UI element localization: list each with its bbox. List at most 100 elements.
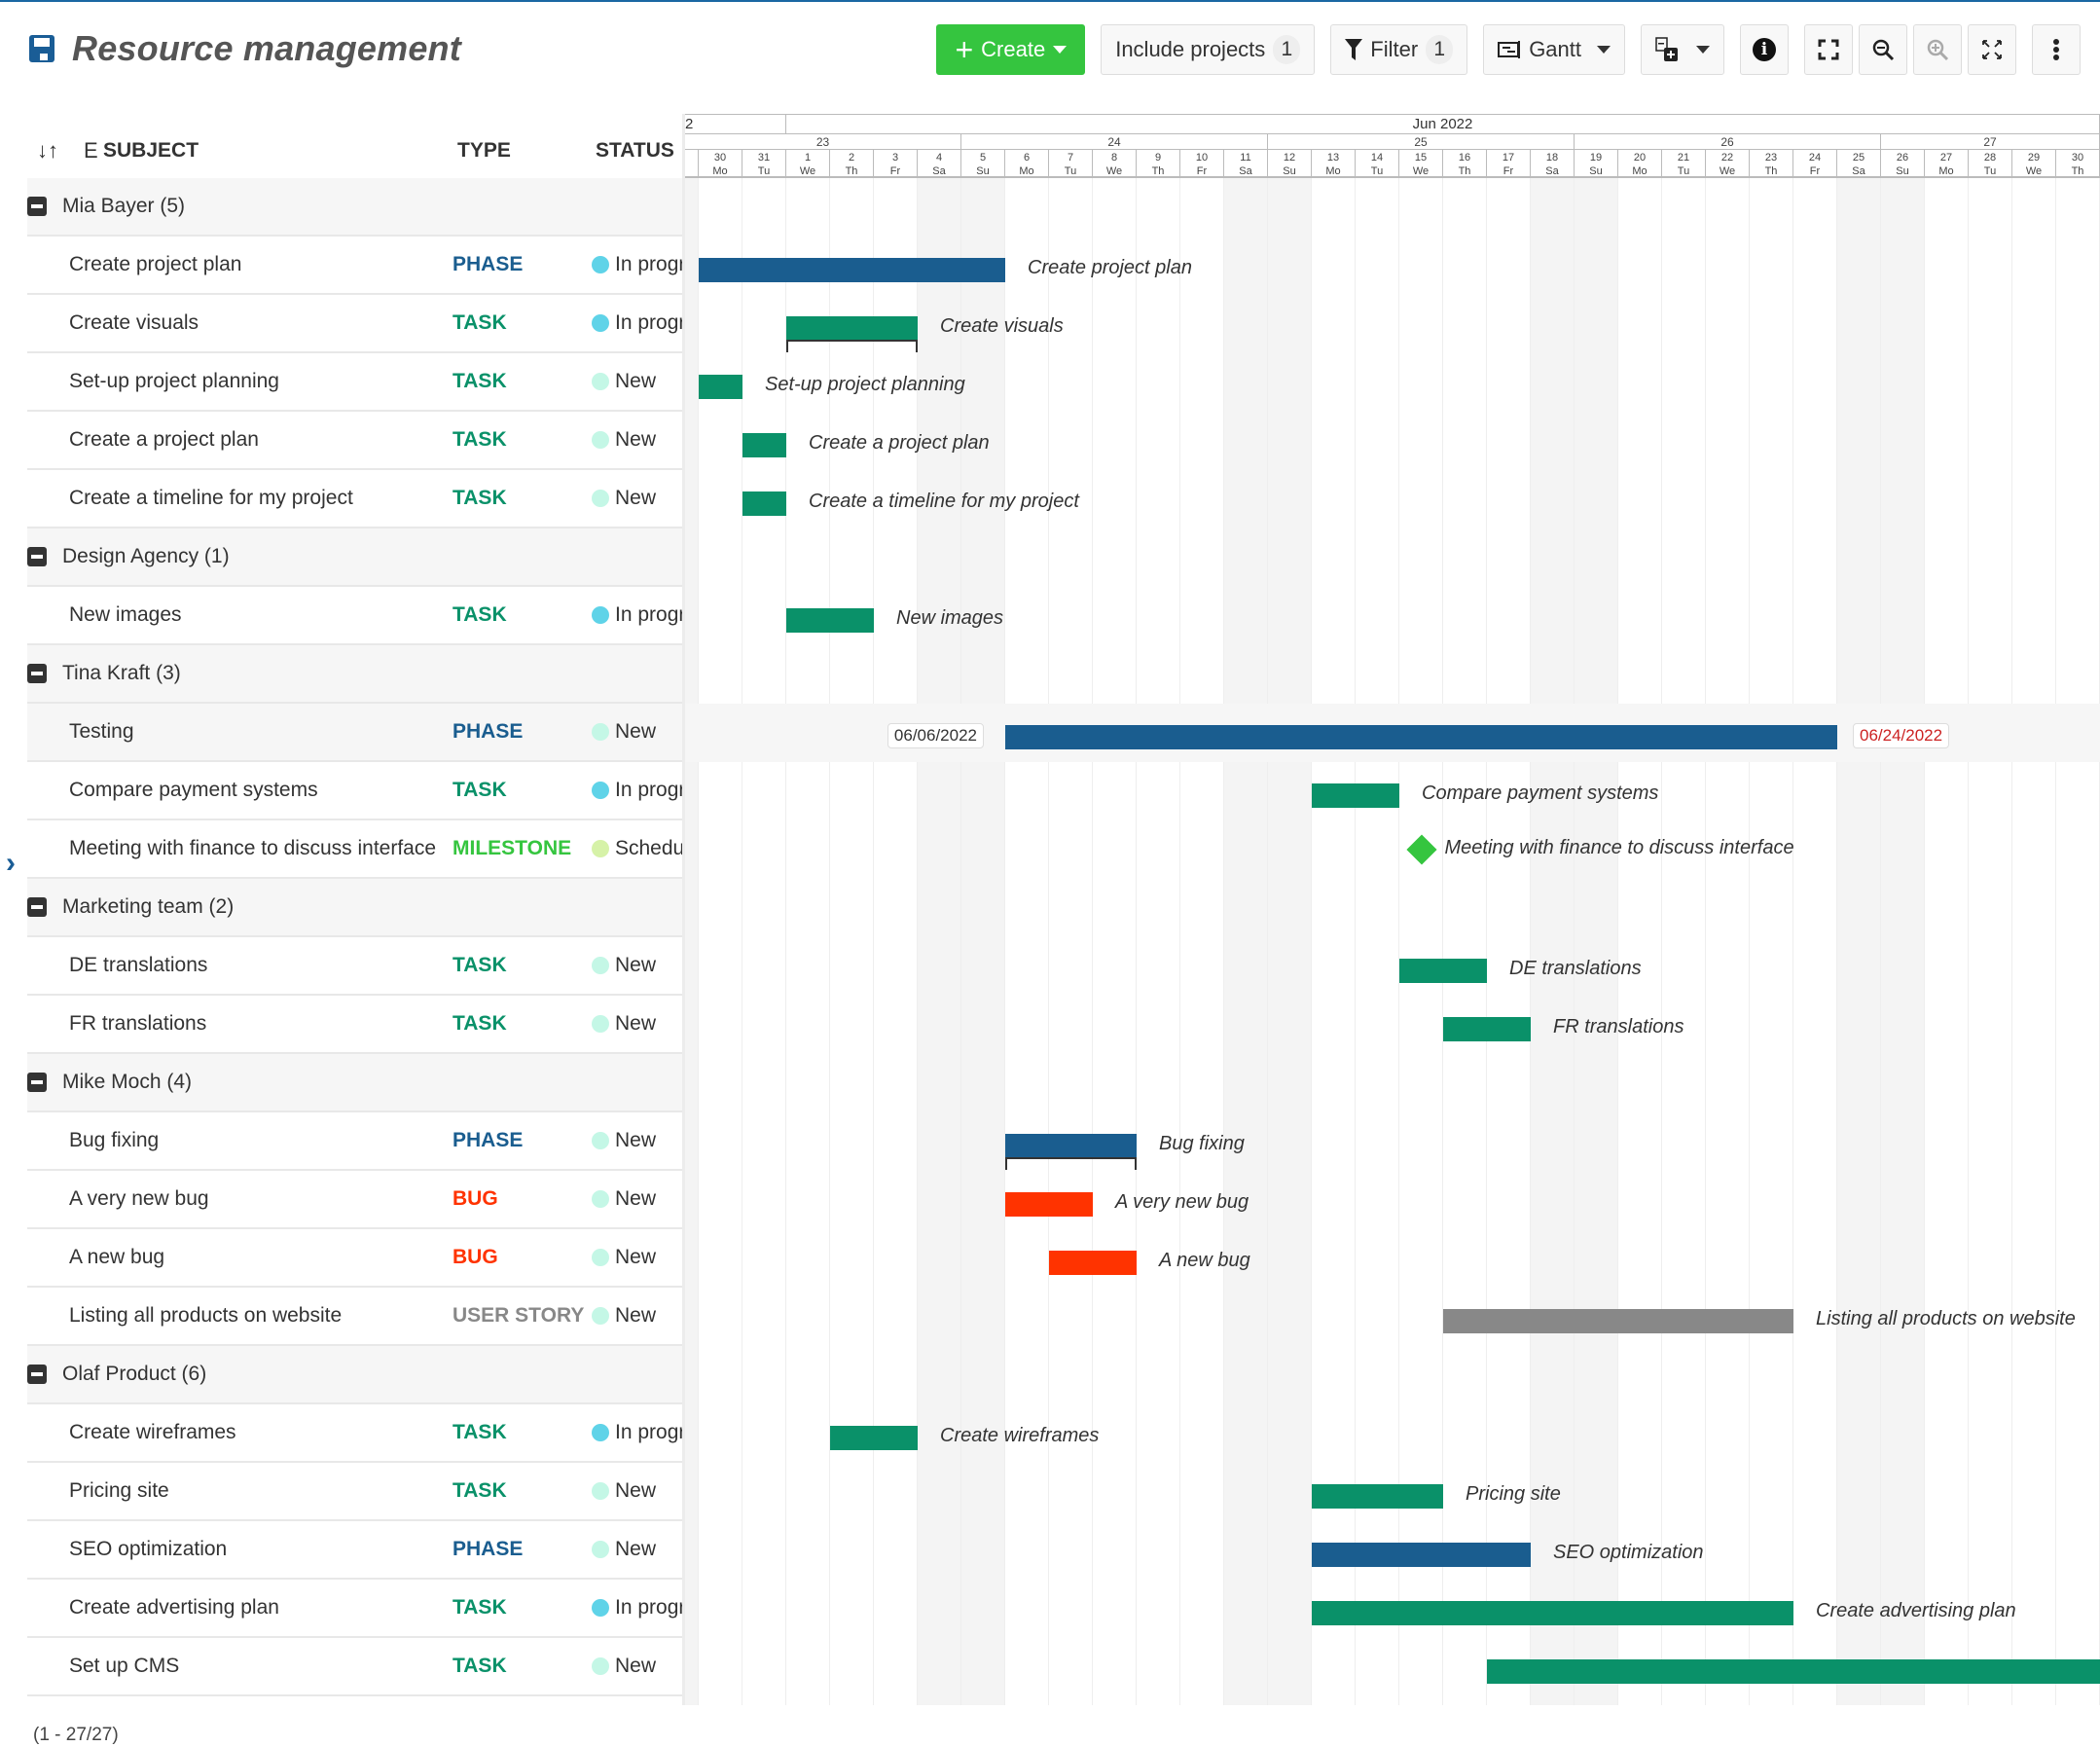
gantt-bar[interactable]	[786, 608, 874, 633]
gantt-bar[interactable]	[1443, 1017, 1531, 1041]
table-row[interactable]: A very new bug BUG New	[27, 1171, 684, 1229]
status-cell[interactable]: New	[592, 954, 684, 977]
table-row[interactable]: Pricing site TASK New	[27, 1463, 684, 1521]
status-cell[interactable]: In progr	[592, 603, 684, 627]
subject-cell[interactable]: SEO optimization	[69, 1538, 227, 1561]
status-cell[interactable]: New	[592, 1129, 684, 1152]
subject-cell[interactable]: Compare payment systems	[69, 779, 318, 802]
table-row[interactable]: Meeting with finance to discuss interfac…	[27, 820, 684, 879]
status-cell[interactable]: New	[592, 1479, 684, 1503]
gantt-bar[interactable]	[1005, 1192, 1093, 1217]
subject-cell[interactable]: Meeting with finance to discuss interfac…	[69, 837, 436, 860]
status-cell[interactable]: In progr	[592, 1596, 684, 1620]
table-row[interactable]: Compare payment systems TASK In progr	[27, 762, 684, 820]
floppy-disk-icon[interactable]	[29, 35, 54, 62]
status-cell[interactable]: New	[592, 1538, 684, 1561]
column-header-status[interactable]: STATUS	[596, 139, 674, 163]
gantt-bar[interactable]	[1312, 783, 1399, 808]
status-cell[interactable]: Schedu	[592, 837, 684, 860]
subject-cell[interactable]: A new bug	[69, 1246, 164, 1269]
zoom-in-button[interactable]	[1913, 24, 1962, 75]
fullscreen-button[interactable]	[1804, 24, 1853, 75]
collapse-icon[interactable]	[27, 1365, 47, 1384]
table-row[interactable]: Create wireframes TASK In progr	[27, 1404, 684, 1463]
subject-cell[interactable]: Create advertising plan	[69, 1596, 279, 1620]
subject-cell[interactable]: Create visuals	[69, 311, 199, 335]
gantt-bar[interactable]	[742, 491, 786, 516]
status-cell[interactable]: New	[592, 1187, 684, 1211]
status-cell[interactable]: In progr	[592, 311, 684, 335]
subject-cell[interactable]: New images	[69, 603, 182, 627]
table-row[interactable]: Create a timeline for my project TASK New	[27, 470, 684, 528]
subject-cell[interactable]: Listing all products on website	[69, 1304, 342, 1328]
subject-cell[interactable]: A very new bug	[69, 1187, 209, 1211]
gantt-bar[interactable]	[1312, 1601, 1793, 1625]
table-row[interactable]: Bug fixing PHASE New	[27, 1112, 684, 1171]
gantt-bar[interactable]	[1005, 725, 1837, 749]
status-cell[interactable]: New	[592, 1012, 684, 1036]
create-button[interactable]: + Create	[936, 24, 1086, 75]
subject-cell[interactable]: Create wireframes	[69, 1421, 236, 1444]
subject-cell[interactable]: Create a timeline for my project	[69, 487, 353, 510]
group-row[interactable]: Mia Bayer (5)	[27, 178, 684, 237]
status-cell[interactable]: New	[592, 1246, 684, 1269]
more-button[interactable]	[2032, 24, 2081, 75]
subject-cell[interactable]: Testing	[69, 720, 134, 744]
table-row[interactable]: SEO optimization PHASE New	[27, 1521, 684, 1580]
collapse-icon[interactable]	[27, 1073, 47, 1092]
gantt-bar[interactable]	[830, 1426, 918, 1450]
sort-icon[interactable]: ↓↑	[37, 138, 58, 164]
status-cell[interactable]: In progr	[592, 1421, 684, 1444]
status-cell[interactable]: New	[592, 1655, 684, 1678]
details-button[interactable]: i	[1740, 24, 1789, 75]
group-row[interactable]: Design Agency (1)	[27, 528, 684, 587]
status-cell[interactable]: New	[592, 720, 684, 744]
filter-button[interactable]: Filter 1	[1330, 24, 1468, 75]
subject-cell[interactable]: Pricing site	[69, 1479, 169, 1503]
group-row[interactable]: Tina Kraft (3)	[27, 645, 684, 704]
gantt-bar[interactable]	[742, 433, 786, 457]
table-row[interactable]: DE translations TASK New	[27, 937, 684, 996]
collapse-icon[interactable]	[27, 897, 47, 917]
group-row[interactable]: Marketing team (2)	[27, 879, 684, 937]
zoom-out-button[interactable]	[1859, 24, 1907, 75]
gantt-bar[interactable]	[699, 375, 742, 399]
gantt-bar[interactable]	[786, 316, 918, 341]
status-cell[interactable]: New	[592, 1304, 684, 1328]
table-row[interactable]: FR translations TASK New	[27, 996, 684, 1054]
collapse-icon[interactable]	[27, 197, 47, 216]
subject-cell[interactable]: Create project plan	[69, 253, 241, 276]
table-row[interactable]: New images TASK In progr	[27, 587, 684, 645]
gantt-bar[interactable]	[1312, 1543, 1531, 1567]
collapse-icon[interactable]	[27, 547, 47, 566]
table-row[interactable]: Testing PHASE New	[27, 704, 684, 762]
status-cell[interactable]: New	[592, 370, 684, 393]
subject-cell[interactable]: DE translations	[69, 954, 207, 977]
include-projects-button[interactable]: Include projects 1	[1101, 24, 1316, 75]
status-cell[interactable]: In progr	[592, 253, 684, 276]
status-cell[interactable]: New	[592, 428, 684, 452]
subject-cell[interactable]: Set-up project planning	[69, 370, 279, 393]
gantt-bar[interactable]	[1312, 1484, 1443, 1509]
gantt-bar[interactable]	[1487, 1659, 2100, 1684]
table-row[interactable]: Listing all products on website USER STOR…	[27, 1288, 684, 1346]
gantt-bar[interactable]	[699, 258, 1005, 282]
status-cell[interactable]: New	[592, 487, 684, 510]
subject-cell[interactable]: Bug fixing	[69, 1129, 159, 1152]
chevron-right-icon[interactable]: ›	[6, 847, 16, 880]
auto-zoom-button[interactable]	[1968, 24, 2016, 75]
subject-cell[interactable]: Create a project plan	[69, 428, 259, 452]
table-row[interactable]: Create advertising plan TASK In progr	[27, 1580, 684, 1638]
add-column-button[interactable]	[1641, 24, 1724, 75]
table-row[interactable]: Create visuals TASK In progr	[27, 295, 684, 353]
status-cell[interactable]: In progr	[592, 779, 684, 802]
gantt-bar[interactable]	[1399, 959, 1487, 983]
table-row[interactable]: Create project plan PHASE In progr	[27, 237, 684, 295]
subject-cell[interactable]: FR translations	[69, 1012, 206, 1036]
collapse-icon[interactable]	[27, 664, 47, 683]
table-row[interactable]: Set-up project planning TASK New	[27, 353, 684, 412]
gantt-bar[interactable]	[1005, 1134, 1137, 1158]
subject-cell[interactable]: Set up CMS	[69, 1655, 179, 1678]
table-row[interactable]: Create a project plan TASK New	[27, 412, 684, 470]
gantt-bar[interactable]	[1443, 1309, 1793, 1333]
